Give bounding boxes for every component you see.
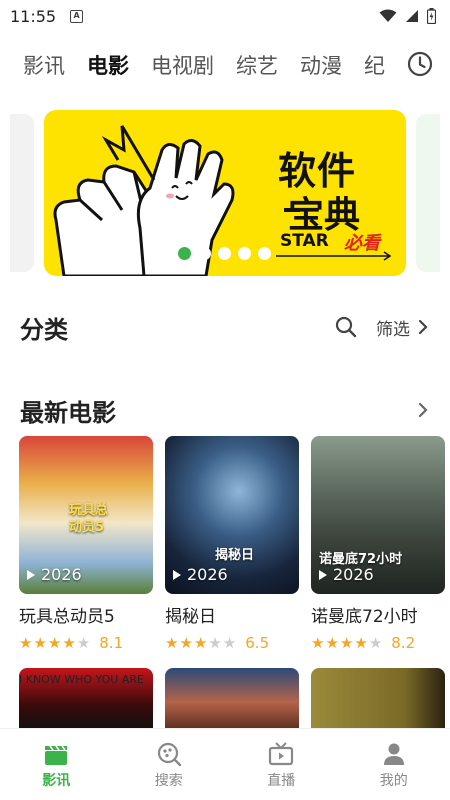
nav-news[interactable]: 影讯: [16, 740, 96, 790]
movie-poster[interactable]: 玩具总动员5 2026: [19, 436, 153, 594]
movie-score: 6.5: [245, 634, 270, 652]
movie-poster[interactable]: 揭秘日 2026: [165, 436, 299, 594]
carousel-dot[interactable]: [218, 247, 231, 260]
carousel-dot[interactable]: [198, 247, 211, 260]
category-tabs: 影讯 电影 电视剧 综艺 动漫 纪: [0, 40, 450, 90]
play-icon: [27, 569, 35, 580]
star-icon: ★: [193, 634, 208, 652]
carousel-dot[interactable]: [238, 247, 251, 260]
nav-label: 搜索: [154, 772, 183, 789]
status-time: 11:55: [10, 6, 57, 26]
star-icon: ★: [339, 634, 354, 652]
filter-button[interactable]: 筛选: [376, 315, 410, 340]
carousel-dot[interactable]: [258, 247, 271, 260]
carousel-dot[interactable]: [178, 247, 191, 260]
star-icon: ★: [354, 634, 368, 652]
movie-card[interactable]: 诺曼底72小时 2026 诺曼底72小时 ★ ★ ★ ★ ★ 8.2: [311, 436, 445, 652]
user-icon: [383, 743, 404, 765]
bottom-navigation: 影讯 搜索 直播 我的: [0, 728, 450, 800]
star-icon: ★: [208, 634, 222, 652]
chevron-right-icon[interactable]: [416, 318, 430, 336]
movie-poster[interactable]: [165, 668, 299, 730]
categories-title: 分类: [20, 315, 68, 344]
battery-icon: [427, 8, 436, 24]
banner-next-peek[interactable]: [416, 114, 440, 272]
nav-live[interactable]: 直播: [241, 740, 321, 790]
nav-search[interactable]: 搜索: [129, 740, 209, 790]
tab-news[interactable]: 影讯: [23, 50, 65, 80]
movie-poster[interactable]: [311, 668, 445, 730]
movie-grid: 玩具总动员5 2026 玩具总动员5 ★ ★ ★ ★ ★ 8.1 揭秘日 202…: [19, 436, 445, 652]
poster-title-text: I KNOW WHO YOU ARE: [19, 673, 144, 686]
movie-grid-row-2: I KNOW WHO YOU ARE: [19, 668, 445, 730]
movie-score: 8.1: [99, 634, 124, 652]
banner-arrow-icon: [276, 251, 392, 261]
star-icon: ★: [47, 634, 62, 652]
play-icon: [173, 569, 181, 580]
tab-anime[interactable]: 动漫: [300, 50, 342, 80]
latest-movies-title: 最新电影: [20, 398, 116, 427]
status-bar: 11:55 A: [0, 0, 450, 32]
tv-icon: [269, 741, 294, 765]
banner-star-text: STAR: [280, 231, 329, 251]
star-icon: ★: [222, 634, 237, 652]
clock-icon[interactable]: [406, 50, 434, 78]
banner-prev-peek[interactable]: [10, 114, 34, 272]
tabs-scroll[interactable]: 影讯 电影 电视剧 综艺 动漫 纪: [0, 50, 390, 80]
star-icon: ★: [325, 634, 339, 652]
tab-movies[interactable]: 电影: [87, 50, 129, 80]
movie-rating: ★ ★ ★ ★ ★ 6.5: [165, 634, 299, 652]
movie-score: 8.2: [391, 634, 416, 652]
star-icon: ★: [33, 634, 47, 652]
carousel-indicator: [178, 247, 271, 260]
tab-tv-series[interactable]: 电视剧: [151, 50, 214, 80]
movie-card[interactable]: 揭秘日 2026 揭秘日 ★ ★ ★ ★ ★ 6.5: [165, 436, 299, 652]
star-icon: ★: [62, 634, 76, 652]
movie-year: 2026: [27, 565, 82, 584]
poster-title-text: 揭秘日: [215, 548, 255, 563]
categories-header: 分类 筛选: [0, 305, 450, 349]
star-icon: ★: [179, 634, 193, 652]
latest-movies-header: 最新电影: [0, 388, 450, 432]
app-notification-icon: A: [70, 9, 84, 23]
movie-poster[interactable]: I KNOW WHO YOU ARE: [19, 668, 153, 730]
movie-title[interactable]: 玩具总动员5: [19, 602, 153, 627]
search-icon[interactable]: [334, 315, 358, 339]
movie-poster[interactable]: 诺曼底72小时 2026: [311, 436, 445, 594]
movie-title[interactable]: 揭秘日: [165, 602, 299, 627]
chevron-right-icon[interactable]: [416, 401, 430, 419]
banner-slide[interactable]: 软件 宝典 STAR 必看: [44, 110, 406, 276]
movie-rating: ★ ★ ★ ★ ★ 8.2: [311, 634, 445, 652]
tab-documentary[interactable]: 纪: [364, 50, 385, 80]
wifi-icon: [379, 9, 397, 22]
star-icon: ★: [165, 634, 179, 652]
nav-label: 我的: [379, 772, 408, 789]
nav-label: 直播: [267, 772, 296, 789]
nav-label: 影讯: [42, 772, 71, 789]
star-icon: ★: [19, 634, 33, 652]
play-icon: [319, 569, 327, 580]
movie-card[interactable]: 玩具总动员5 2026 玩具总动员5 ★ ★ ★ ★ ★ 8.1: [19, 436, 153, 652]
movie-title[interactable]: 诺曼底72小时: [311, 602, 445, 627]
banner-carousel[interactable]: 软件 宝典 STAR 必看: [0, 108, 450, 278]
signal-icon: [406, 10, 418, 22]
star-icon: ★: [311, 634, 325, 652]
star-icon: ★: [76, 634, 91, 652]
clapperboard-icon: [45, 745, 68, 765]
star-icon: ★: [368, 634, 383, 652]
search-film-icon: [157, 742, 181, 766]
movie-rating: ★ ★ ★ ★ ★ 8.1: [19, 634, 153, 652]
movie-year: 2026: [173, 565, 228, 584]
movie-year: 2026: [319, 565, 374, 584]
poster-title-text: 玩具总动员5: [69, 503, 109, 535]
tab-variety[interactable]: 综艺: [236, 50, 278, 80]
nav-profile[interactable]: 我的: [354, 740, 434, 790]
